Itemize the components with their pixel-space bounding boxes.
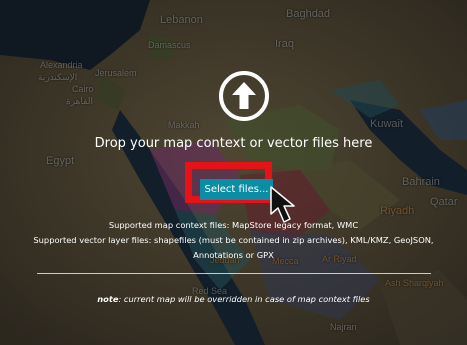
note-label: note xyxy=(97,294,119,304)
override-note: note: current map will be overridden in … xyxy=(0,294,467,304)
select-files-button[interactable]: Select files... xyxy=(200,179,273,200)
supported-vector-text-cont: Annotations or GPX xyxy=(193,250,274,260)
map-drop-zone[interactable]: Lebanon Baghdad Damascus Iraq Alexandria… xyxy=(0,0,467,345)
supported-context-text: Supported map context files: MapStore le… xyxy=(108,220,359,230)
divider xyxy=(37,273,431,274)
supported-vector-text: Supported vector layer files: shapefiles… xyxy=(33,235,434,245)
note-text: : current map will be overridden in case… xyxy=(118,294,370,304)
upload-arrow-icon xyxy=(219,71,269,121)
drop-title: Drop your map context or vector files he… xyxy=(94,136,373,151)
